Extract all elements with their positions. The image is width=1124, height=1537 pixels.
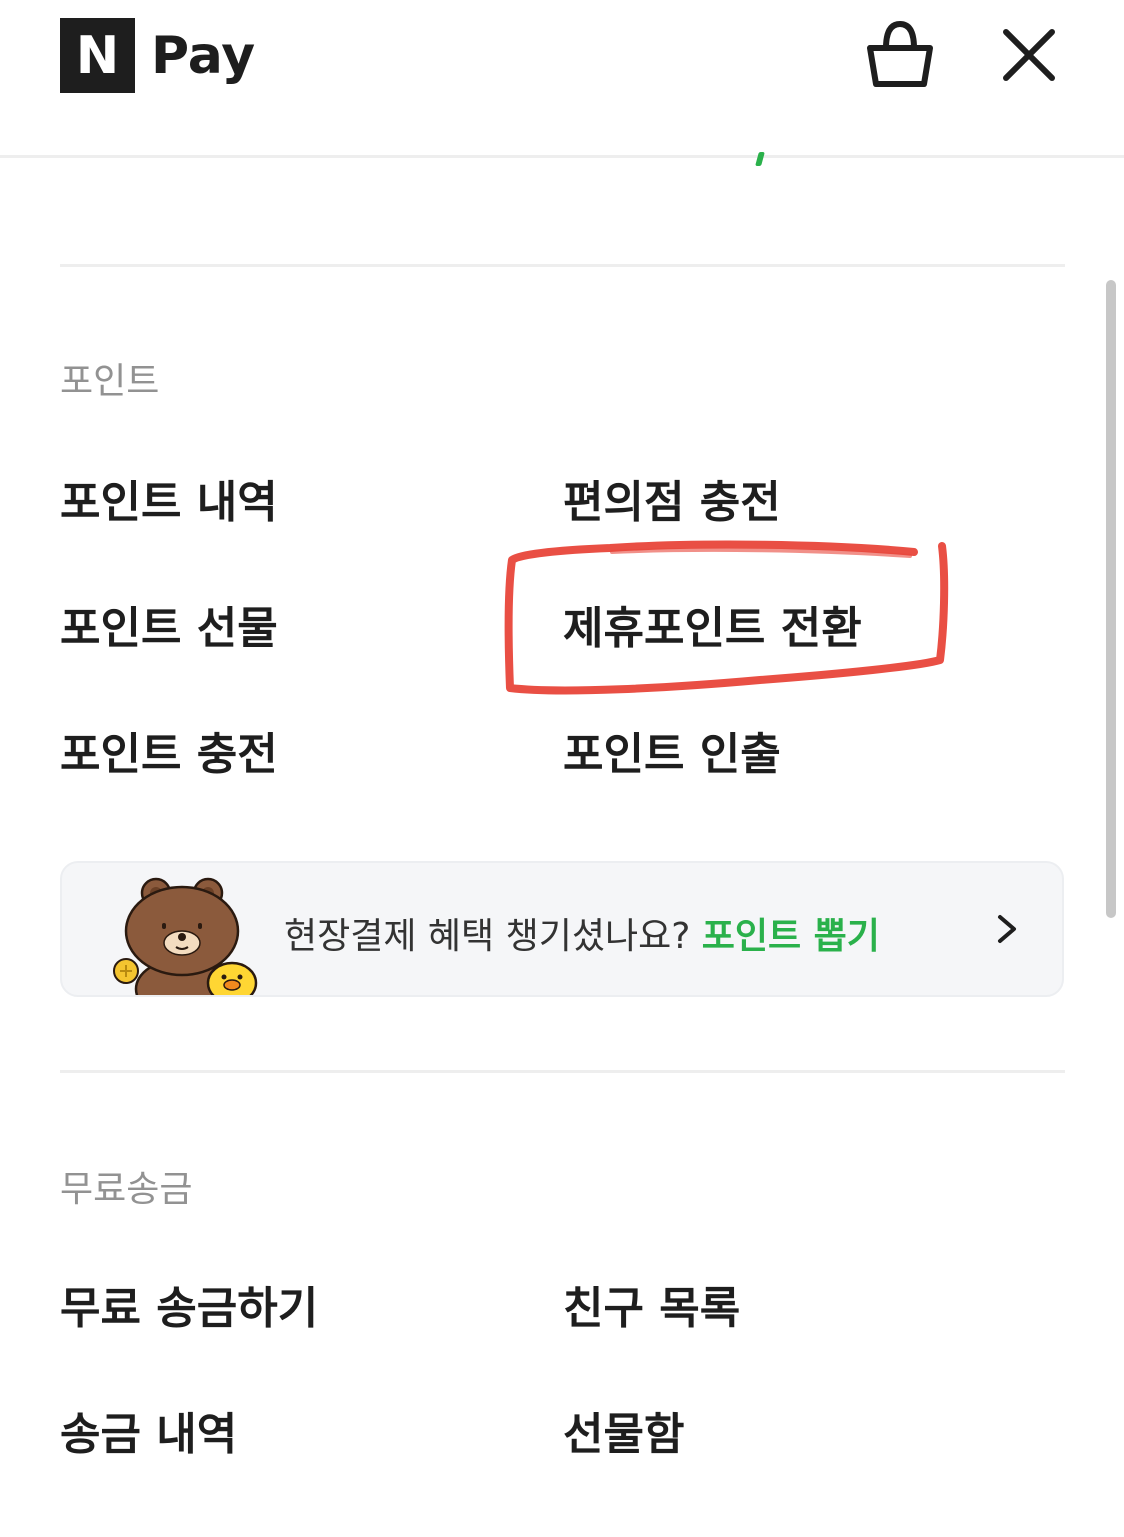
menu-item-partner-point-conversion[interactable]: 제휴포인트 전환 (563, 592, 862, 656)
menu-item-friend-list[interactable]: 친구 목록 (563, 1272, 740, 1336)
point-lottery-banner[interactable]: 현장결제 혜택 챙기셨나요? 포인트 뽑기 (60, 861, 1064, 997)
banner-message: 현장결제 혜택 챙기셨나요? (284, 916, 702, 957)
menu-item-point-charge[interactable]: 포인트 충전 (60, 718, 278, 782)
naver-pay-logo[interactable]: N Pay (60, 18, 255, 93)
section-divider (60, 264, 1065, 267)
brown-bear-illustration (113, 877, 258, 995)
section-title-free-transfer: 무료송금 (60, 1169, 193, 1210)
banner-text: 현장결제 혜택 챙기셨나요? 포인트 뽑기 (284, 907, 880, 959)
menu-item-transfer-history[interactable]: 송금 내역 (60, 1398, 237, 1462)
section-title-points: 포인트 (60, 361, 160, 402)
menu-item-free-transfer[interactable]: 무료 송금하기 (60, 1272, 318, 1336)
menu-item-point-history[interactable]: 포인트 내역 (60, 466, 278, 530)
close-icon (1003, 29, 1055, 81)
naver-logo-mark: N (60, 18, 135, 93)
menu-item-point-gift[interactable]: 포인트 선물 (60, 592, 278, 656)
shopping-bag-icon (867, 20, 933, 87)
chevron-right-icon (998, 915, 1016, 943)
menu-item-convenience-store-charge[interactable]: 편의점 충전 (563, 466, 781, 530)
menu-item-point-withdraw[interactable]: 포인트 인출 (563, 718, 781, 782)
section-divider (60, 1070, 1065, 1073)
close-button[interactable] (994, 18, 1064, 88)
logo-text: Pay (151, 25, 256, 86)
scrollbar-thumb[interactable] (1106, 280, 1116, 918)
cart-button[interactable] (860, 16, 940, 96)
banner-link-point-lottery[interactable]: 포인트 뽑기 (702, 916, 880, 957)
header: N Pay (0, 0, 1124, 158)
menu-item-gift-box[interactable]: 선물함 (563, 1398, 684, 1462)
